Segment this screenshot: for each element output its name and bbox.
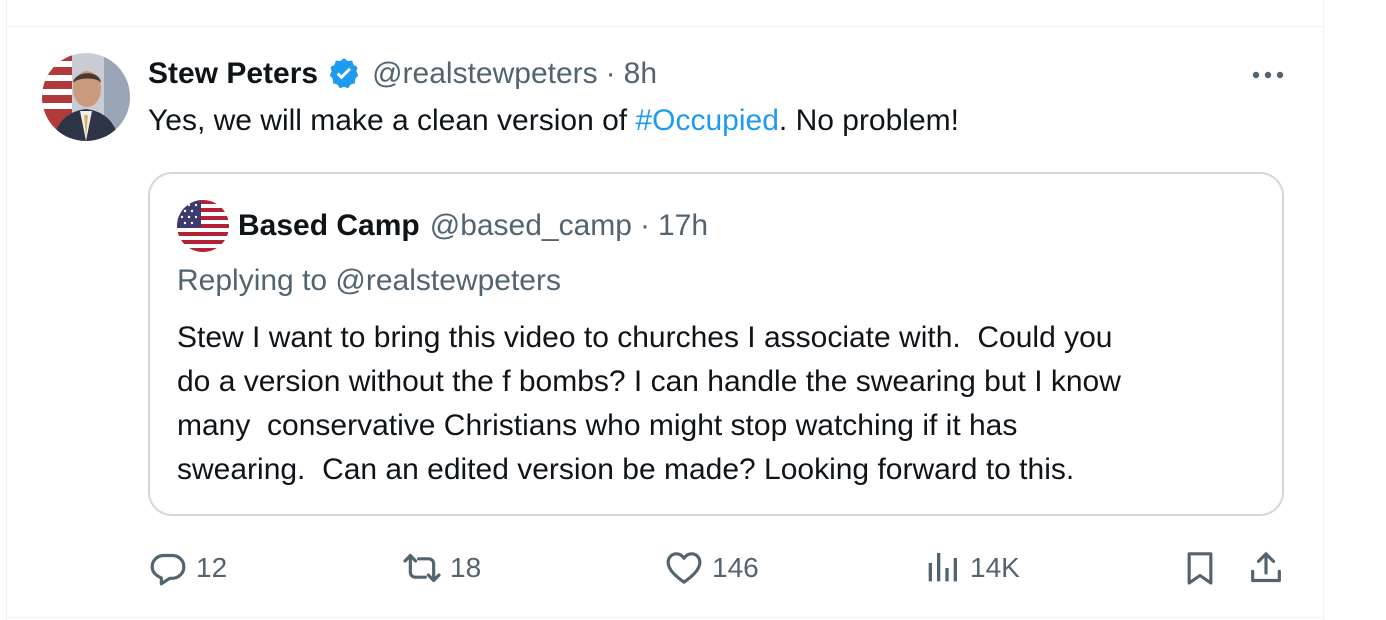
quoted-author-name[interactable]: Based Camp [238,209,420,243]
view-count: 14K [970,552,1020,583]
timeline-divider-top [6,26,1324,27]
retweet-icon [403,553,441,583]
timeline-border-left [6,0,7,620]
quoted-header-separator: · [639,209,650,242]
timeline-divider-bottom [6,617,1324,618]
author-name[interactable]: Stew Peters [148,57,318,91]
quoted-author-handle[interactable]: @based_camp [430,209,632,243]
bookmark-button[interactable] [1180,548,1220,588]
more-options-button[interactable] [1246,60,1290,90]
more-horizontal-icon [1252,71,1284,79]
quoted-tweet-header: Based Camp @based_camp · 17h [238,207,708,245]
author-handle[interactable]: @realstewpeters [372,57,598,91]
header-separator: · [605,57,616,90]
share-icon [1251,552,1281,583]
verified-badge-icon [329,58,359,89]
tweet-header: Stew Peters @realstewpeters · 8h [148,56,657,92]
quoted-author-avatar[interactable] [177,200,229,252]
like-count: 146 [712,552,759,583]
share-button[interactable] [1246,548,1286,588]
hashtag-link[interactable]: #Occupied [635,104,778,137]
tweet-text-before: Yes, we will make a clean version of [148,104,636,137]
heart-icon [666,552,702,584]
author-avatar[interactable] [42,53,130,141]
views-button[interactable]: 14K [922,548,1020,588]
retweet-count: 18 [450,552,482,583]
quoted-tweet-text: Stew I want to bring this video to churc… [177,321,1121,486]
reply-icon [150,553,186,586]
like-button[interactable]: 146 [664,548,759,588]
reply-count: 12 [196,552,228,583]
retweet-button[interactable]: 18 [402,548,481,588]
replying-to-label: Replying to @realstewpeters [177,264,561,297]
tweet-text: Yes, we will make a clean version of #Oc… [148,104,959,138]
bookmark-icon [1187,552,1213,585]
timeline-border-right [1323,0,1324,620]
tweet-text-after: . No problem! [778,104,959,137]
quoted-tweet-timestamp[interactable]: 17h [658,209,708,243]
tweet-timestamp[interactable]: 8h [624,57,657,91]
reply-button[interactable]: 12 [148,548,227,588]
analytics-bar-icon [928,553,957,582]
